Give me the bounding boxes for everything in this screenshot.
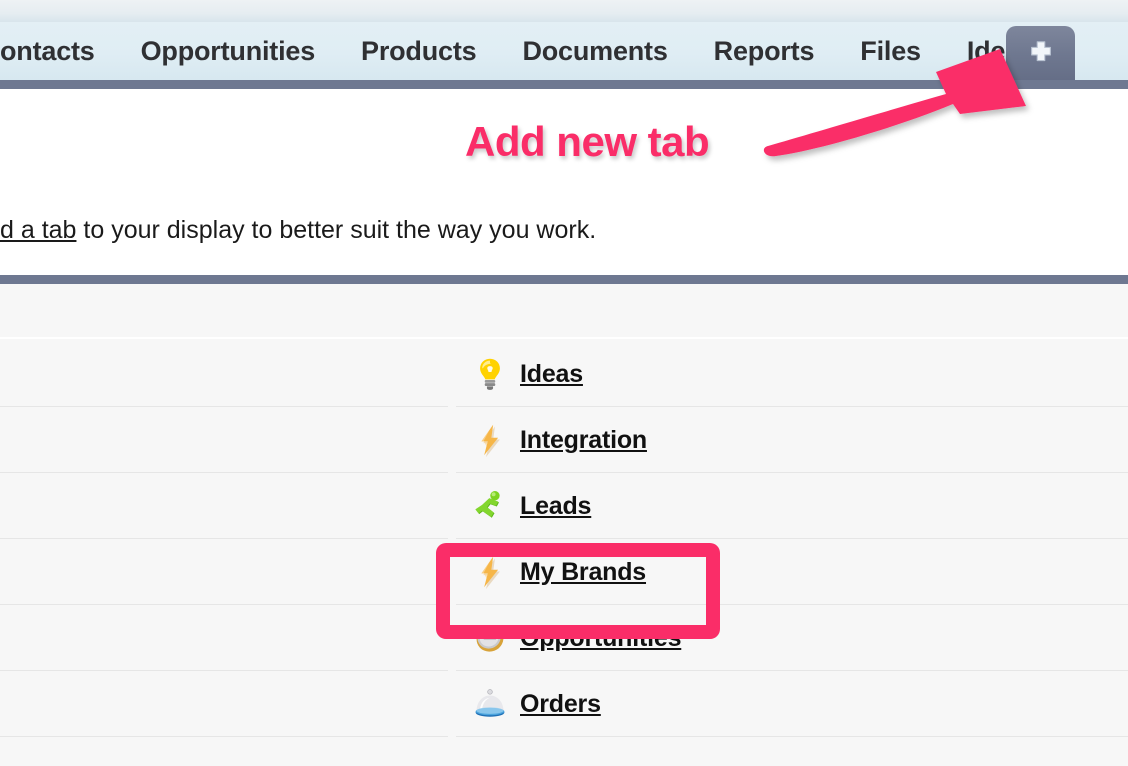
row-separator <box>0 736 1128 737</box>
section-divider-bar <box>0 275 1128 284</box>
add-a-tab-link[interactable]: d a tab <box>0 216 76 244</box>
list-item[interactable]: Ideas <box>0 341 1128 407</box>
browser-top-strip <box>0 0 1128 22</box>
intro-rest-text: to your display to better suit the way y… <box>76 216 597 244</box>
tab-documents[interactable]: Documents <box>499 22 690 80</box>
row-content: Ideas <box>456 356 583 392</box>
row-content: Orders <box>456 686 601 722</box>
tab-opportunities[interactable]: Opportunities <box>118 22 338 80</box>
list-item[interactable]: Opportunities <box>0 605 1128 671</box>
row-content: Integration <box>456 422 647 458</box>
row-left-spacer <box>0 539 456 605</box>
add-new-tab-caption: Add new tab <box>462 116 712 168</box>
panel-header <box>0 284 1128 339</box>
list-item[interactable]: My Brands <box>0 539 1128 605</box>
row-content: Leads <box>456 488 591 524</box>
tab-reports[interactable]: Reports <box>691 22 838 80</box>
intro-description: d a tab to your display to better suit t… <box>0 216 900 245</box>
row-left-spacer <box>0 341 456 407</box>
list-item-label[interactable]: Opportunities <box>520 624 681 653</box>
list-item[interactable]: Integration <box>0 407 1128 473</box>
plus-icon <box>1030 41 1051 62</box>
row-content: Opportunities <box>456 620 681 656</box>
service-bell-icon <box>475 689 505 717</box>
intro-area <box>0 89 1128 275</box>
available-tabs-list: Ideas Integration Leads My Brands Opport… <box>0 341 1128 737</box>
lightning-bolt-icon <box>481 556 500 590</box>
row-content: My Brands <box>456 554 646 590</box>
row-left-spacer <box>0 473 456 539</box>
tab-files[interactable]: Files <box>837 22 944 80</box>
coin-crown-icon <box>476 626 504 652</box>
lightning-bolt-icon <box>481 424 500 458</box>
list-item[interactable]: Orders <box>0 671 1128 737</box>
running-person-icon <box>475 490 500 518</box>
list-item-label[interactable]: My Brands <box>520 558 646 587</box>
list-item-label[interactable]: Ideas <box>520 360 583 389</box>
row-left-spacer <box>0 407 456 473</box>
main-tab-bar: ontacts Opportunities Products Documents… <box>0 22 1128 80</box>
tab-contacts[interactable]: ontacts <box>0 22 118 80</box>
tab-products[interactable]: Products <box>338 22 499 80</box>
available-tabs-panel: Ideas Integration Leads My Brands Opport… <box>0 284 1128 766</box>
list-item-label[interactable]: Orders <box>520 690 601 719</box>
list-item-label[interactable]: Integration <box>520 426 647 455</box>
tab-list: ontacts Opportunities Products Documents… <box>0 22 1058 80</box>
row-left-spacer <box>0 605 456 671</box>
tab-bar-underline <box>0 80 1128 89</box>
add-new-tab-button[interactable] <box>1006 26 1075 88</box>
row-left-spacer <box>0 671 456 737</box>
lightbulb-icon <box>480 358 500 390</box>
list-item-label[interactable]: Leads <box>520 492 591 521</box>
list-item[interactable]: Leads <box>0 473 1128 539</box>
